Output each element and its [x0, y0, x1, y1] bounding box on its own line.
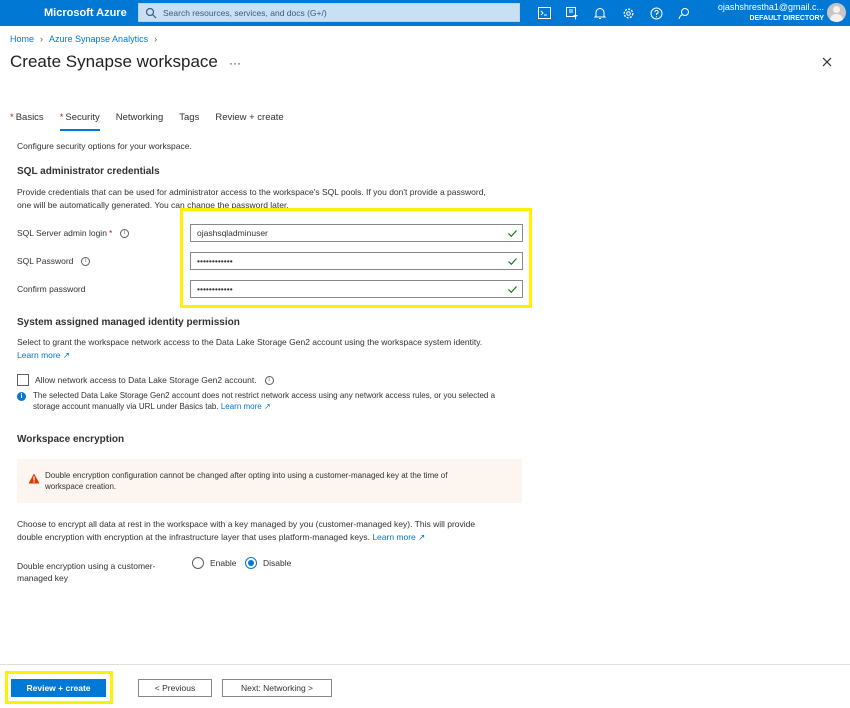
encryption-description-line1: Choose to encrypt all data at rest in th…: [17, 519, 476, 529]
breadcrumb: Home › Azure Synapse Analytics ›: [10, 34, 163, 44]
search-placeholder: Search resources, services, and docs (G+…: [163, 7, 327, 18]
confirm-password-label: Confirm password: [17, 284, 86, 294]
footer-divider: [0, 664, 850, 665]
double-encryption-label-line2: managed key: [17, 573, 69, 583]
allow-network-access-label: Allow network access to Data Lake Storag…: [35, 375, 274, 385]
security-intro-text: Configure security options for your work…: [17, 141, 192, 151]
encryption-description-line2: double encryption with encryption at the…: [17, 532, 426, 542]
sql-admin-login-label: SQL Server admin login * i: [17, 228, 130, 238]
checkmark-icon: [508, 230, 517, 238]
info-icon[interactable]: i: [120, 228, 130, 238]
warning-icon: [28, 473, 40, 484]
storage-info-learn-more-link[interactable]: Learn more: [221, 402, 262, 411]
global-search-box[interactable]: Search resources, services, and docs (G+…: [138, 3, 520, 22]
workspace-encryption-heading: Workspace encryption: [17, 434, 125, 445]
sql-password-label: SQL Password i: [17, 256, 91, 266]
close-icon[interactable]: [820, 55, 834, 69]
breadcrumb-azure-synapse-analytics[interactable]: Azure Synapse Analytics: [49, 34, 148, 44]
account-email: ojashshrestha1@gmail.c...: [717, 2, 824, 12]
account-directory: DEFAULT DIRECTORY: [749, 15, 824, 22]
double-encryption-label-line1: Double encryption using a customer-: [17, 561, 156, 571]
tab-tags[interactable]: Tags: [179, 112, 199, 128]
storage-info-line1: The selected Data Lake Storage Gen2 acco…: [33, 391, 496, 400]
info-icon[interactable]: i: [264, 375, 274, 385]
settings-gear-icon[interactable]: [620, 5, 636, 21]
account-menu[interactable]: ojashshrestha1@gmail.c... DEFAULT DIRECT…: [718, 2, 824, 24]
warning-line1: Double encryption configuration cannot b…: [45, 471, 448, 480]
enable-radio-label: Enable: [210, 558, 237, 568]
disable-radio-label: Disable: [263, 558, 292, 568]
help-icon[interactable]: [648, 5, 664, 21]
tab-basics[interactable]: * Basics: [10, 112, 44, 128]
directory-filter-icon[interactable]: [564, 5, 580, 21]
breadcrumb-home[interactable]: Home: [10, 34, 34, 44]
search-icon: [145, 7, 157, 18]
storage-info-line2: storage account manually via URL under B…: [33, 402, 271, 411]
notifications-bell-icon[interactable]: [592, 5, 608, 21]
enable-radio[interactable]: [192, 557, 204, 569]
allow-network-access-checkbox[interactable]: [17, 374, 29, 386]
next-networking-button[interactable]: Next: Networking >: [222, 679, 332, 697]
chevron-right-icon: ›: [154, 34, 158, 44]
more-options-icon[interactable]: ···: [229, 56, 241, 70]
tab-review-create[interactable]: Review + create: [215, 112, 283, 128]
managed-identity-heading: System assigned managed identity permiss…: [17, 317, 240, 328]
sql-password-input[interactable]: ••••••••••••: [190, 252, 523, 270]
external-link-icon: ↗: [263, 402, 271, 411]
managed-identity-description: Select to grant the workspace network ac…: [17, 337, 483, 347]
checkmark-icon: [508, 286, 517, 294]
cloud-shell-icon[interactable]: [536, 5, 552, 21]
page-title: Create Synapse workspace: [10, 52, 218, 71]
sql-admin-heading: SQL administrator credentials: [17, 166, 160, 177]
disable-radio[interactable]: [245, 557, 257, 569]
info-icon[interactable]: i: [81, 256, 91, 266]
confirm-password-input[interactable]: ••••••••••••: [190, 280, 523, 298]
chevron-right-icon: ›: [40, 34, 44, 44]
info-filled-icon: i: [17, 392, 26, 401]
previous-button[interactable]: < Previous: [138, 679, 212, 697]
avatar[interactable]: [827, 3, 846, 22]
encryption-warning-banner: Double encryption configuration cannot b…: [17, 459, 522, 503]
review-create-button[interactable]: Review + create: [11, 679, 106, 697]
encryption-learn-more-link[interactable]: Learn more: [372, 532, 415, 542]
wizard-tabs: * Basics * Security Networking Tags Review…: [10, 112, 300, 131]
checkmark-icon: [508, 258, 517, 266]
external-link-icon: ↗: [62, 350, 70, 360]
feedback-icon[interactable]: [676, 5, 692, 21]
warning-line2: workspace creation.: [45, 482, 117, 491]
managed-identity-learn-more-link[interactable]: Learn more ↗: [17, 349, 70, 362]
tab-networking[interactable]: Networking: [116, 112, 164, 128]
external-link-icon: ↗: [418, 532, 426, 542]
sql-admin-description-line1: Provide credentials that can be used for…: [17, 187, 486, 197]
tab-security[interactable]: * Security: [59, 112, 100, 131]
sql-admin-login-input[interactable]: ojashsqladminuser: [190, 224, 523, 242]
azure-brand[interactable]: Microsoft Azure: [44, 7, 138, 19]
